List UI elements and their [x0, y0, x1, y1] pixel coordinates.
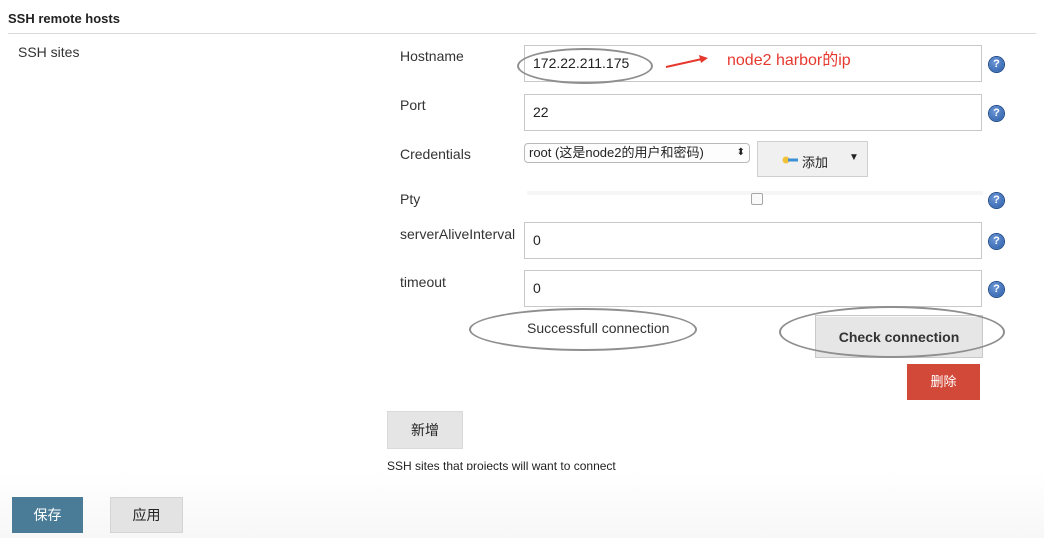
hostname-label: Hostname: [400, 48, 464, 64]
section-divider: [8, 33, 1036, 34]
credentials-add-button[interactable]: 添加 ▼: [757, 141, 868, 177]
section-title: SSH remote hosts: [8, 11, 120, 26]
key-icon: [782, 156, 798, 164]
credentials-label: Credentials: [400, 146, 471, 162]
connection-status-text: Successfull connection: [527, 320, 670, 336]
annotation-text: node2 harbor的ip: [727, 52, 851, 69]
dropdown-caret-icon: ▼: [849, 152, 859, 163]
timeout-help-icon[interactable]: ?: [989, 282, 1004, 297]
timeout-label: timeout: [400, 274, 446, 290]
save-button[interactable]: 保存: [12, 497, 83, 533]
apply-button[interactable]: 应用: [110, 497, 183, 533]
timeout-input[interactable]: 0: [524, 270, 982, 307]
pty-label: Pty: [400, 191, 421, 207]
pty-checkbox[interactable]: [751, 193, 763, 205]
server-alive-interval-input[interactable]: 0: [524, 222, 982, 259]
annotation-arrow-icon: [665, 55, 708, 68]
server-alive-interval-label: serverAliveInterval: [400, 226, 516, 242]
pty-help-icon[interactable]: ?: [989, 193, 1004, 208]
port-input[interactable]: 22: [524, 94, 982, 131]
hostname-highlight-oval: [517, 48, 653, 84]
port-label: Port: [400, 97, 426, 113]
hostname-help-icon[interactable]: ?: [989, 57, 1004, 72]
check-connection-highlight-oval: [779, 306, 1005, 358]
add-button-label: 添加: [802, 155, 829, 170]
credentials-selected-value: root (这是node2的用户和密码): [529, 145, 704, 160]
server-alive-interval-help-icon[interactable]: ?: [989, 234, 1004, 249]
add-site-button[interactable]: 新增: [387, 411, 463, 449]
credentials-select[interactable]: root (这是node2的用户和密码) ⬍: [524, 143, 750, 163]
delete-button[interactable]: 删除: [907, 364, 980, 400]
ssh-sites-label: SSH sites: [18, 44, 80, 60]
select-arrows-icon: ⬍: [736, 147, 745, 158]
port-help-icon[interactable]: ?: [989, 106, 1004, 121]
